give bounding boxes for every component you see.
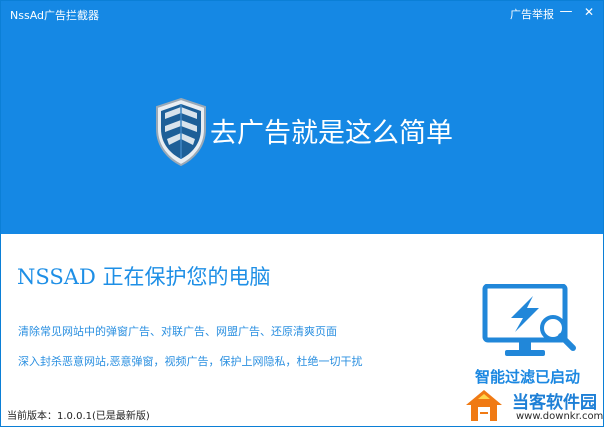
watermark-url: www.downkr.com — [516, 411, 604, 422]
feature-line: 清除常见网站中的弹窗广告、对联广告、网盟广告、还原清爽页面 — [18, 325, 337, 338]
protection-status-title: NSSAD 正在保护您的电脑 — [17, 265, 271, 289]
version-value: 1.0.0.1(已是最新版) — [57, 411, 150, 422]
close-button[interactable]: ✕ — [581, 4, 597, 20]
shield-icon — [156, 97, 206, 167]
version-label: 当前版本： — [7, 411, 57, 422]
version-info: 当前版本：1.0.0.1(已是最新版) — [7, 407, 150, 422]
watermark-site-name: 当客软件园 — [512, 393, 597, 413]
slogan-heading: 去广告就是这么简单 — [210, 118, 453, 149]
monitor-lightning-search-icon — [482, 284, 576, 356]
feature-line: 深入封杀恶意网站,恶意弹窗，视频广告，保护上网隐私，杜绝一切干扰 — [18, 355, 363, 368]
watermark-house-logo — [466, 390, 502, 421]
header-banner: NssAd广告拦截器 广告举报 — ✕ 去广告就是这么简单 — [1, 1, 603, 234]
filter-status-label: 智能过滤已启动 — [475, 368, 581, 386]
app-window: NssAd广告拦截器 广告举报 — ✕ 去广告就是这么简单 NSSAD 正在保护… — [0, 0, 604, 427]
window-title: NssAd广告拦截器 — [10, 9, 100, 22]
minimize-button[interactable]: — — [558, 4, 574, 20]
report-ad-link[interactable]: 广告举报 — [510, 6, 554, 22]
